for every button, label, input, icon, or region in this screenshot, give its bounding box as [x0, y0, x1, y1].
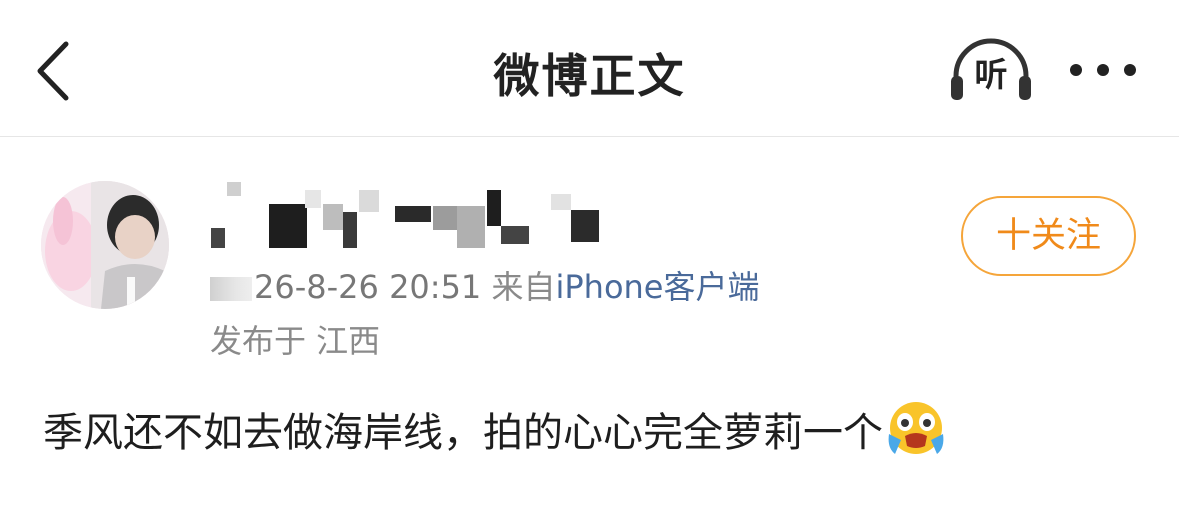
- date-redacted: [210, 277, 252, 301]
- listen-button[interactable]: 听: [946, 36, 1036, 106]
- post-text: 季风还不如去做海岸线，拍的心心完全萝莉一个: [43, 410, 883, 456]
- crying-emoji-icon: [888, 402, 944, 454]
- listen-label: 听: [974, 55, 1008, 94]
- more-dots-icon[interactable]: [1068, 62, 1138, 78]
- post-meta: 26-8-26 20:51 来自iPhone客户端: [210, 262, 760, 308]
- post-text-container: 季风还不如去做海岸线，拍的心心完全萝莉一个: [43, 400, 947, 458]
- follow-button[interactable]: 十关注: [961, 196, 1136, 276]
- post-location: 发布于 江西: [210, 322, 381, 360]
- avatar[interactable]: [41, 181, 169, 309]
- username-redacted: [211, 182, 599, 248]
- nav-bar: 微博正文 听: [0, 0, 1179, 137]
- from-label: 来自: [491, 268, 556, 306]
- client-link[interactable]: iPhone客户端: [555, 268, 759, 306]
- post-time: 26-8-26 20:51: [254, 268, 482, 306]
- avatar-image: [41, 181, 169, 309]
